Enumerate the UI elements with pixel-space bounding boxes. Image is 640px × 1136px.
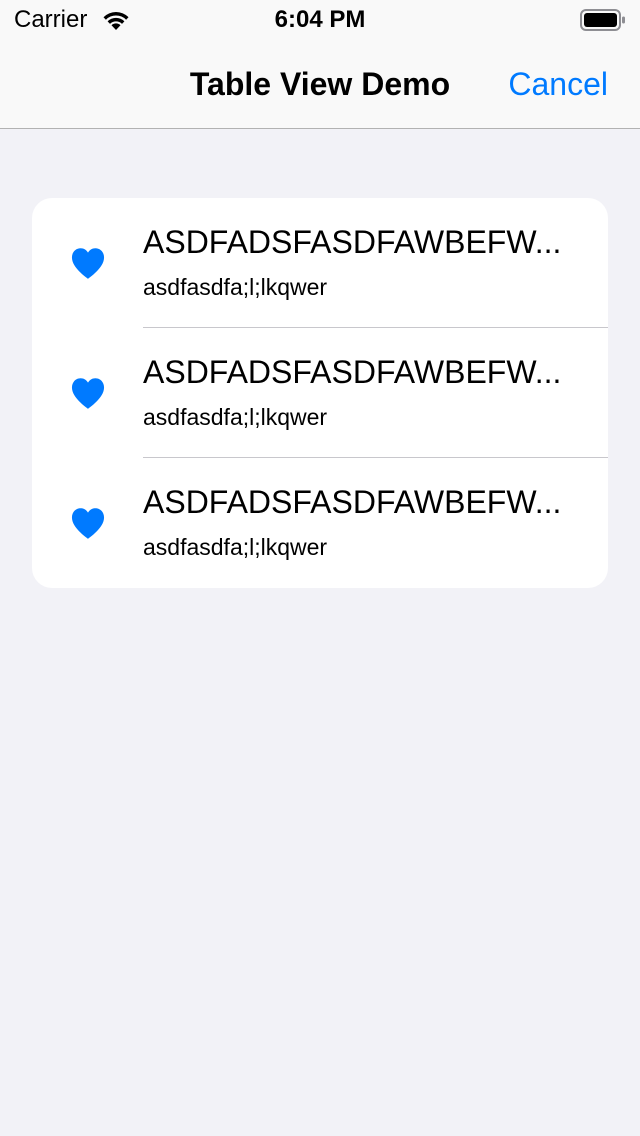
- row-title: ASDFADSFASDFAWBEFW...: [143, 224, 562, 260]
- heart-icon: [70, 376, 106, 410]
- heart-icon: [70, 506, 106, 540]
- row-subtitle: asdfasdfa;l;lkqwer: [143, 404, 328, 430]
- battery-icon: [580, 8, 626, 32]
- status-bar: Carrier 6:04 PM: [0, 0, 640, 40]
- table-row[interactable]: ASDFADSFASDFAWBEFW... asdfasdfa;l;lkqwer: [32, 328, 608, 458]
- heart-icon: [70, 246, 106, 280]
- navigation-bar: Table View Demo Cancel: [0, 40, 640, 129]
- status-time: 6:04 PM: [274, 6, 366, 33]
- table-row[interactable]: ASDFADSFASDFAWBEFW... asdfasdfa;l;lkqwer: [32, 458, 608, 588]
- row-subtitle: asdfasdfa;l;lkqwer: [143, 534, 328, 560]
- row-subtitle: asdfasdfa;l;lkqwer: [143, 274, 328, 300]
- table-view: ASDFADSFASDFAWBEFW... asdfasdfa;l;lkqwer…: [32, 198, 608, 588]
- cancel-button[interactable]: Cancel: [508, 66, 608, 103]
- row-title: ASDFADSFASDFAWBEFW...: [143, 354, 562, 390]
- row-title: ASDFADSFASDFAWBEFW...: [143, 484, 562, 520]
- table-row[interactable]: ASDFADSFASDFAWBEFW... asdfasdfa;l;lkqwer: [32, 198, 608, 328]
